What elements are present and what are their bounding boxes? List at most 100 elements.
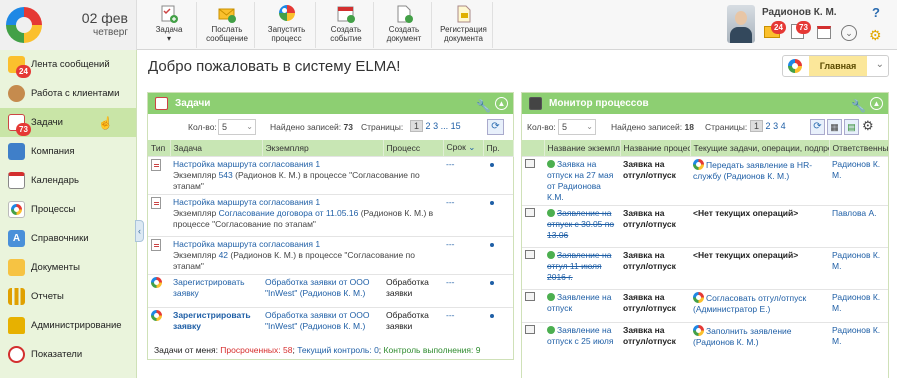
page-2[interactable]: 2 bbox=[426, 121, 431, 131]
found-value: 73 bbox=[343, 122, 353, 132]
instance-link[interactable]: Заявление на отпуск bbox=[547, 292, 611, 313]
refresh-icon[interactable]: ⟳ bbox=[810, 119, 825, 135]
sidebar-item-kpi[interactable]: Показатели bbox=[0, 340, 136, 369]
done-control-link[interactable]: Контроль выполнения: 9 bbox=[384, 345, 481, 355]
instance-link[interactable]: 42 bbox=[219, 250, 228, 260]
table-row[interactable]: Заявление на отпуск Заявка на отгул/отпу… bbox=[522, 288, 888, 322]
instance-link[interactable]: Заявление на отпуск с 30.05 по 13.06 bbox=[547, 208, 614, 240]
task-link[interactable]: Настройка маршрута согласования 1 bbox=[173, 239, 320, 249]
col-instance[interactable]: Экземпляр bbox=[262, 140, 384, 156]
sidebar-item-catalogs[interactable]: A Справочники bbox=[0, 224, 136, 253]
sidebar-item-processes[interactable]: Процессы bbox=[0, 195, 136, 224]
current-task-link[interactable]: Заполнить заявление (Радионов К. М.) bbox=[693, 326, 792, 347]
col-type[interactable]: Тип bbox=[148, 140, 171, 156]
col-process[interactable]: Процесс bbox=[383, 140, 444, 156]
user-avatar[interactable] bbox=[727, 5, 755, 43]
process-task-icon bbox=[151, 309, 162, 321]
page-15[interactable]: 15 bbox=[451, 121, 461, 131]
table-row[interactable]: Заявка на отпуск на 27 мая от Радионова … bbox=[522, 155, 888, 205]
register-icon bbox=[455, 5, 473, 23]
sidebar-item-crm[interactable]: Работа с клиентами bbox=[0, 79, 136, 108]
col-term[interactable]: Срок ⌄ bbox=[443, 140, 484, 156]
table-view-icon[interactable]: ▦ bbox=[827, 119, 842, 135]
page-1[interactable]: 1 bbox=[750, 120, 764, 132]
sidebar-item-calendar[interactable]: Календарь bbox=[0, 166, 136, 195]
page-2[interactable]: 2 bbox=[766, 121, 771, 131]
task-link[interactable]: Зарегистрировать заявку bbox=[173, 310, 251, 331]
table-row[interactable]: Заявление на отпуск с 25 июля Заявка на … bbox=[522, 321, 888, 352]
current-task-link[interactable]: Передать заявление в HR-службу (Радионов… bbox=[693, 160, 812, 181]
table-row[interactable]: Настройка маршрута согласования 1 Экземпл… bbox=[148, 155, 513, 194]
user-name[interactable]: Радионов К. М. bbox=[762, 7, 837, 18]
sidebar-collapse-handle[interactable]: ‹ bbox=[135, 220, 144, 242]
start-process-button[interactable]: Запустить процесс bbox=[258, 2, 316, 48]
instance-link[interactable]: Заявка на отпуск на 27 мая от Радионова … bbox=[547, 159, 613, 202]
sidebar-item-reports[interactable]: Отчеты bbox=[0, 282, 136, 311]
sidebar-item-label: Показатели bbox=[31, 349, 83, 360]
home-page-selector[interactable]: Главная ⌄ bbox=[782, 55, 889, 77]
settings-gear-icon[interactable]: ⚙ bbox=[862, 118, 874, 134]
owner-link[interactable]: Радионов К. М. bbox=[832, 292, 880, 313]
owner-link[interactable]: Радионов К. М. bbox=[832, 159, 880, 180]
table-row[interactable]: Заявление на отгул 11 июля 2016 г. Заявк… bbox=[522, 246, 888, 289]
calendar-header-icon[interactable] bbox=[817, 26, 831, 39]
page-3[interactable]: 3 bbox=[433, 121, 438, 131]
sidebar-item-label: Процессы bbox=[31, 204, 76, 215]
sidebar-item-admin[interactable]: Администрирование bbox=[0, 311, 136, 340]
table-row[interactable]: Заявление на отпуск с 30.05 по 13.06 Зая… bbox=[522, 204, 888, 247]
found-records: Найдено записей: 18 bbox=[611, 122, 694, 132]
collapse-up-icon[interactable]: ▲ bbox=[495, 97, 508, 110]
col-priority[interactable]: Пр. bbox=[483, 140, 514, 156]
sidebar-item-label: Работа с клиентами bbox=[31, 88, 120, 99]
create-event-button[interactable]: Создать событие bbox=[319, 2, 374, 48]
col-current-tasks[interactable]: Текущие задачи, операции, подпроцессы bbox=[690, 140, 830, 156]
page-1[interactable]: 1 bbox=[410, 120, 424, 132]
page-3[interactable]: 3 bbox=[773, 121, 778, 131]
collapse-up-icon[interactable]: ▲ bbox=[870, 97, 883, 110]
instance-link[interactable]: Заявление на отпуск с 25 июля bbox=[547, 325, 613, 346]
task-link[interactable]: Настройка маршрута согласования 1 bbox=[173, 197, 320, 207]
instance-link[interactable]: Согласование договора от 11.05.16 bbox=[219, 208, 359, 218]
instance-link[interactable]: Обработка заявки от ООО "InWest" (Радион… bbox=[265, 310, 369, 331]
chevron-down-icon[interactable]: ⌄ bbox=[841, 25, 857, 41]
help-icon[interactable]: ? bbox=[872, 5, 880, 20]
task-link[interactable]: Настройка маршрута согласования 1 bbox=[173, 159, 320, 169]
page-4[interactable]: 4 bbox=[781, 121, 786, 131]
elma-logo[interactable] bbox=[6, 7, 42, 43]
col-process-name[interactable]: Название процесса bbox=[620, 140, 691, 156]
table-row[interactable]: Настройка маршрута согласования 1 Экземпл… bbox=[148, 193, 513, 236]
overdue-link[interactable]: Просроченных: 58 bbox=[220, 345, 292, 355]
owner-link[interactable]: Радионов К. М. bbox=[832, 250, 880, 271]
owner-link[interactable]: Радионов К. М. bbox=[832, 325, 880, 346]
table-row[interactable]: Зарегистрировать заявку Обработка заявки… bbox=[148, 273, 513, 307]
col-instance-name[interactable]: Название экземпляра bbox=[544, 140, 621, 156]
task-link[interactable]: Зарегистрировать заявку bbox=[173, 277, 245, 298]
instance-link[interactable]: 543 bbox=[219, 170, 233, 180]
instance-link[interactable]: Обработка заявки от ООО "InWest" (Радион… bbox=[265, 277, 369, 298]
count-select[interactable]: 5 ⌄ bbox=[558, 119, 596, 135]
count-select[interactable]: 5 ⌄ bbox=[218, 119, 256, 135]
table-row[interactable]: Зарегистрировать заявку Обработка заявки… bbox=[148, 306, 513, 337]
sidebar-item-company[interactable]: Компания bbox=[0, 137, 136, 166]
send-message-button[interactable]: Послать сообщение bbox=[200, 2, 255, 48]
gear-icon[interactable]: ⚙ bbox=[869, 27, 882, 44]
sidebar-item-feed[interactable]: 24 Лента сообщений bbox=[0, 50, 136, 79]
table-row[interactable]: Настройка маршрута согласования 1 Экземпл… bbox=[148, 235, 513, 274]
sidebar-item-documents[interactable]: Документы bbox=[0, 253, 136, 282]
new-task-button[interactable]: Задача ▾ bbox=[142, 2, 197, 48]
refresh-icon[interactable]: ⟳ bbox=[487, 119, 504, 135]
count-label: Кол-во: bbox=[188, 122, 217, 132]
chevron-down-icon[interactable]: ⌄ bbox=[876, 59, 884, 70]
col-task[interactable]: Задача bbox=[170, 140, 263, 156]
excel-export-icon[interactable]: ▤ bbox=[844, 119, 859, 135]
control-link[interactable]: Текущий контроль: 0 bbox=[297, 345, 379, 355]
priority-dot-icon bbox=[490, 313, 494, 318]
term-value: --- bbox=[446, 309, 455, 320]
register-document-button[interactable]: Регистрация документа bbox=[435, 2, 493, 48]
col-owner[interactable]: Ответственный bbox=[829, 140, 888, 156]
current-task-link[interactable]: Согласовать отгул/отпуск (Администратор … bbox=[693, 293, 806, 314]
instance-link[interactable]: Заявление на отгул 11 июля 2016 г. bbox=[547, 250, 611, 282]
create-document-button[interactable]: Создать документ bbox=[377, 2, 432, 48]
sidebar-item-tasks[interactable]: 73 Задачи ☝ bbox=[0, 108, 136, 137]
owner-link[interactable]: Павлова А. bbox=[832, 208, 876, 218]
